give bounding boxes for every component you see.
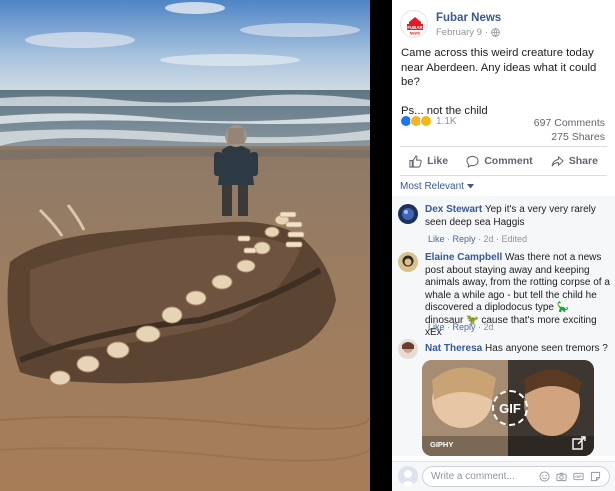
comment-links: Like · Reply · 2d · Edited [428,234,528,244]
avatar-image-icon [398,252,418,272]
thumbs-up-icon [409,154,422,168]
default-user-icon [398,466,418,486]
comment-author[interactable]: Dex Stewart [425,204,482,215]
avatar-image-icon [398,339,418,359]
comment-author[interactable]: Nat Theresa [425,343,482,354]
shares-count[interactable]: 275 Shares [534,131,605,145]
post-photo[interactable] [0,0,392,491]
beach-creature-photo [0,0,392,491]
gif-source-label: GIPHY [430,440,454,449]
comment-input[interactable]: Write a comment... GIF [422,466,610,487]
divider [400,146,607,147]
caret-down-icon [466,184,474,189]
logo-subtext: NEWS [410,32,421,36]
comment-time[interactable]: 2d [484,322,494,332]
fubar-logo-icon: FUBAR NEWS [402,12,427,37]
comment-composer: Write a comment... GIF [392,461,615,491]
sort-dropdown[interactable]: Most Relevant [400,181,474,192]
wow-reaction-icon [420,115,432,127]
post-header: FUBAR NEWS Fubar News February 9 · [400,8,607,40]
page-avatar[interactable]: FUBAR NEWS [400,10,428,38]
comment-reply-link[interactable]: Reply [453,234,476,244]
emoji-icon[interactable] [539,471,550,482]
post-date[interactable]: February 9 [436,27,482,38]
sticker-icon[interactable] [590,471,601,482]
avatar-image-icon [398,204,418,224]
camera-icon[interactable] [556,471,567,482]
gif-attachment[interactable]: GIF GIPHY [422,360,594,456]
post-text-line-1: Came across this weird creature today ne… [401,47,597,88]
comment-author[interactable]: Elaine Campbell [425,252,502,263]
comment-body: Nat Theresa Has anyone seen tremors ? [425,343,610,356]
speech-bubble-icon [466,155,479,168]
like-label: Like [427,155,449,167]
comment-like-link[interactable]: Like [428,234,445,244]
external-link-icon[interactable] [572,436,586,450]
comment-label: Comment [484,155,533,167]
post-actions: Like Comment Share [400,149,607,173]
current-user-avatar [398,466,418,486]
comment-placeholder: Write a comment... [431,471,515,482]
share-arrow-icon [551,155,564,166]
post-meta: February 9 · [436,27,500,38]
gif-icon[interactable]: GIF [573,471,584,482]
comment-button[interactable]: Comment [466,155,533,168]
comment-time[interactable]: 2d [484,234,494,244]
sort-label: Most Relevant [400,181,464,192]
svg-text:GIF: GIF [575,475,582,479]
share-label: Share [568,155,598,167]
commenter-avatar[interactable] [398,204,418,224]
commenter-avatar[interactable] [398,339,418,359]
post-panel: FUBAR NEWS Fubar News February 9 · Came … [392,0,615,491]
logo-text: FUBAR [407,25,423,30]
share-button[interactable]: Share [551,155,598,168]
composer-icons: GIF [539,471,601,482]
comment-reply-link[interactable]: Reply [453,322,476,332]
meta-separator: · [484,27,489,38]
comment-edited: Edited [501,234,528,244]
gif-badge: GIF [492,390,528,426]
comment-text: Has anyone seen tremors ? [485,343,608,354]
comments-count[interactable]: 697 Comments [534,117,605,131]
comment-body: Dex Stewart Yep it's a very very rarely … [425,204,610,229]
commenter-avatar[interactable] [398,252,418,272]
comment-like-link[interactable]: Like [428,322,445,332]
like-button[interactable]: Like [409,154,449,168]
photo-viewer: FUBAR NEWS Fubar News February 9 · Came … [0,0,615,491]
globe-icon [491,28,500,37]
comment-links: Like · Reply · 2d [428,322,494,332]
engagement-counts: 697 Comments 275 Shares [534,117,605,144]
divider [400,175,607,176]
page-name[interactable]: Fubar News [436,12,501,24]
reactions-summary[interactable]: 1.1K [400,115,457,127]
reaction-count: 1.1K [436,115,457,127]
